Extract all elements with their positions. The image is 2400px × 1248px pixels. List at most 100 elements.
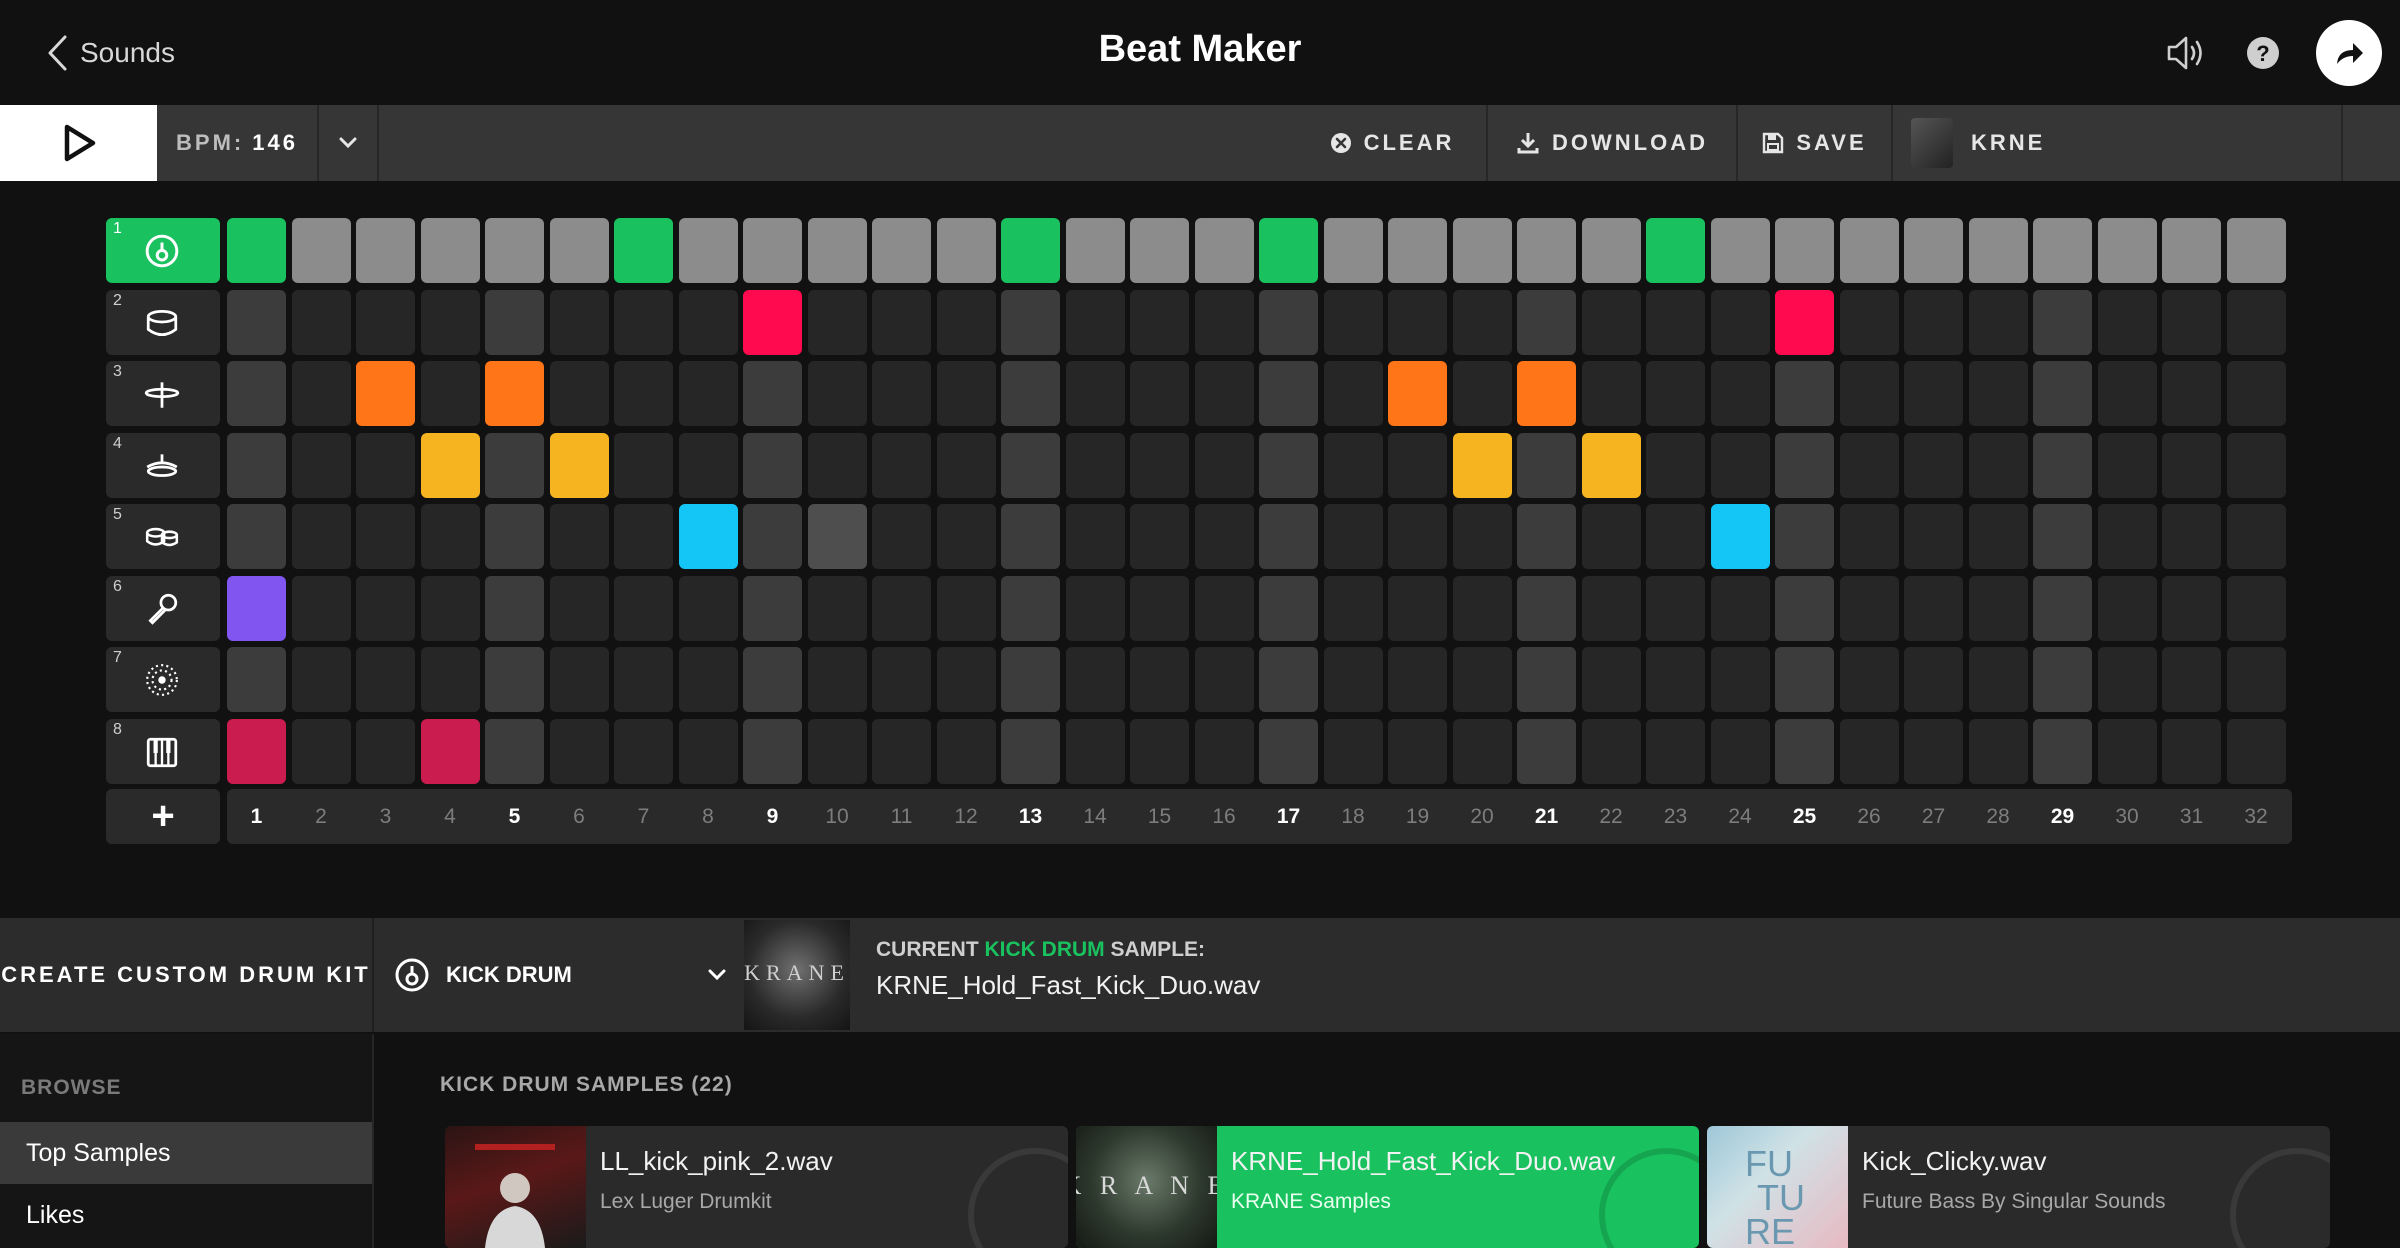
step-pad[interactable] (356, 361, 415, 426)
step-pad[interactable] (1259, 718, 1318, 784)
step-pad[interactable] (807, 361, 867, 426)
step-pad[interactable] (420, 361, 480, 426)
step-pad[interactable] (1001, 361, 1060, 426)
step-pad[interactable] (485, 432, 544, 498)
step-pad[interactable] (1968, 647, 2028, 712)
bpm-display[interactable]: BPM: 146 (157, 105, 319, 181)
step-pad[interactable] (2162, 575, 2221, 641)
step-pad[interactable] (1452, 218, 1512, 283)
step-pad[interactable] (420, 718, 480, 784)
step-pad[interactable] (227, 289, 286, 355)
step-pad[interactable] (1194, 718, 1254, 784)
step-pad[interactable] (227, 432, 286, 498)
step-pad[interactable] (743, 575, 802, 641)
step-pad[interactable] (1452, 361, 1512, 426)
step-pad[interactable] (743, 289, 802, 355)
step-pad[interactable] (1517, 647, 1576, 712)
step-pad[interactable] (2226, 289, 2286, 355)
step-pad[interactable] (614, 289, 673, 355)
step-pad[interactable] (1904, 361, 1963, 426)
step-pad[interactable] (1904, 218, 1963, 283)
step-pad[interactable] (2162, 218, 2221, 283)
step-pad[interactable] (807, 218, 867, 283)
step-pad[interactable] (1130, 647, 1189, 712)
step-pad[interactable] (291, 575, 351, 641)
step-pad[interactable] (549, 361, 609, 426)
step-pad[interactable] (1581, 647, 1641, 712)
step-pad[interactable] (227, 218, 286, 283)
step-pad[interactable] (743, 718, 802, 784)
step-pad[interactable] (1065, 361, 1125, 426)
play-button[interactable] (0, 105, 157, 181)
step-pad[interactable] (1323, 432, 1383, 498)
step-pad[interactable] (2226, 218, 2286, 283)
step-pad[interactable] (1388, 218, 1447, 283)
step-pad[interactable] (1968, 361, 2028, 426)
step-pad[interactable] (356, 218, 415, 283)
step-pad[interactable] (936, 647, 996, 712)
step-pad[interactable] (743, 647, 802, 712)
step-pad[interactable] (743, 432, 802, 498)
step-pad[interactable] (1904, 718, 1963, 784)
step-pad[interactable] (614, 647, 673, 712)
step-pad[interactable] (872, 361, 931, 426)
step-pad[interactable] (1001, 575, 1060, 641)
step-pad[interactable] (1646, 504, 1705, 569)
step-pad[interactable] (1130, 504, 1189, 569)
step-pad[interactable] (1775, 432, 1834, 498)
step-pad[interactable] (1130, 432, 1189, 498)
step-pad[interactable] (485, 289, 544, 355)
step-pad[interactable] (1388, 575, 1447, 641)
step-pad[interactable] (485, 218, 544, 283)
step-pad[interactable] (2097, 718, 2157, 784)
step-pad[interactable] (1452, 432, 1512, 498)
step-pad[interactable] (2033, 718, 2092, 784)
step-pad[interactable] (2226, 504, 2286, 569)
step-pad[interactable] (1388, 504, 1447, 569)
step-pad[interactable] (1968, 289, 2028, 355)
step-pad[interactable] (420, 647, 480, 712)
step-pad[interactable] (485, 718, 544, 784)
step-pad[interactable] (1904, 647, 1963, 712)
step-pad[interactable] (1775, 718, 1834, 784)
step-pad[interactable] (485, 647, 544, 712)
step-pad[interactable] (1646, 575, 1705, 641)
track-6-select-button[interactable]: 6 (106, 575, 220, 641)
step-pad[interactable] (1323, 647, 1383, 712)
step-pad[interactable] (2226, 575, 2286, 641)
step-pad[interactable] (291, 218, 351, 283)
step-pad[interactable] (1259, 218, 1318, 283)
step-pad[interactable] (1001, 432, 1060, 498)
add-track-button[interactable]: + (106, 789, 220, 844)
step-pad[interactable] (1581, 289, 1641, 355)
step-pad[interactable] (420, 218, 480, 283)
step-pad[interactable] (356, 289, 415, 355)
step-pad[interactable] (2097, 504, 2157, 569)
step-pad[interactable] (678, 575, 738, 641)
step-pad[interactable] (2033, 647, 2092, 712)
step-pad[interactable] (872, 647, 931, 712)
step-pad[interactable] (1646, 218, 1705, 283)
step-pad[interactable] (2162, 432, 2221, 498)
step-pad[interactable] (1130, 289, 1189, 355)
step-pad[interactable] (1839, 647, 1899, 712)
step-pad[interactable] (1194, 289, 1254, 355)
sidebar-item-top-samples[interactable]: Top Samples (0, 1122, 372, 1184)
step-pad[interactable] (356, 575, 415, 641)
step-pad[interactable] (420, 575, 480, 641)
step-pad[interactable] (2033, 289, 2092, 355)
step-pad[interactable] (485, 361, 544, 426)
step-pad[interactable] (549, 647, 609, 712)
step-pad[interactable] (936, 432, 996, 498)
sample-card[interactable]: LL_kick_pink_2.wav Lex Luger Drumkit (445, 1126, 1068, 1248)
step-pad[interactable] (936, 361, 996, 426)
step-pad[interactable] (227, 575, 286, 641)
step-pad[interactable] (1194, 504, 1254, 569)
step-pad[interactable] (1710, 718, 1770, 784)
step-pad[interactable] (1259, 647, 1318, 712)
step-pad[interactable] (1646, 361, 1705, 426)
step-pad[interactable] (1775, 575, 1834, 641)
step-pad[interactable] (1194, 218, 1254, 283)
step-pad[interactable] (291, 432, 351, 498)
step-pad[interactable] (1194, 647, 1254, 712)
